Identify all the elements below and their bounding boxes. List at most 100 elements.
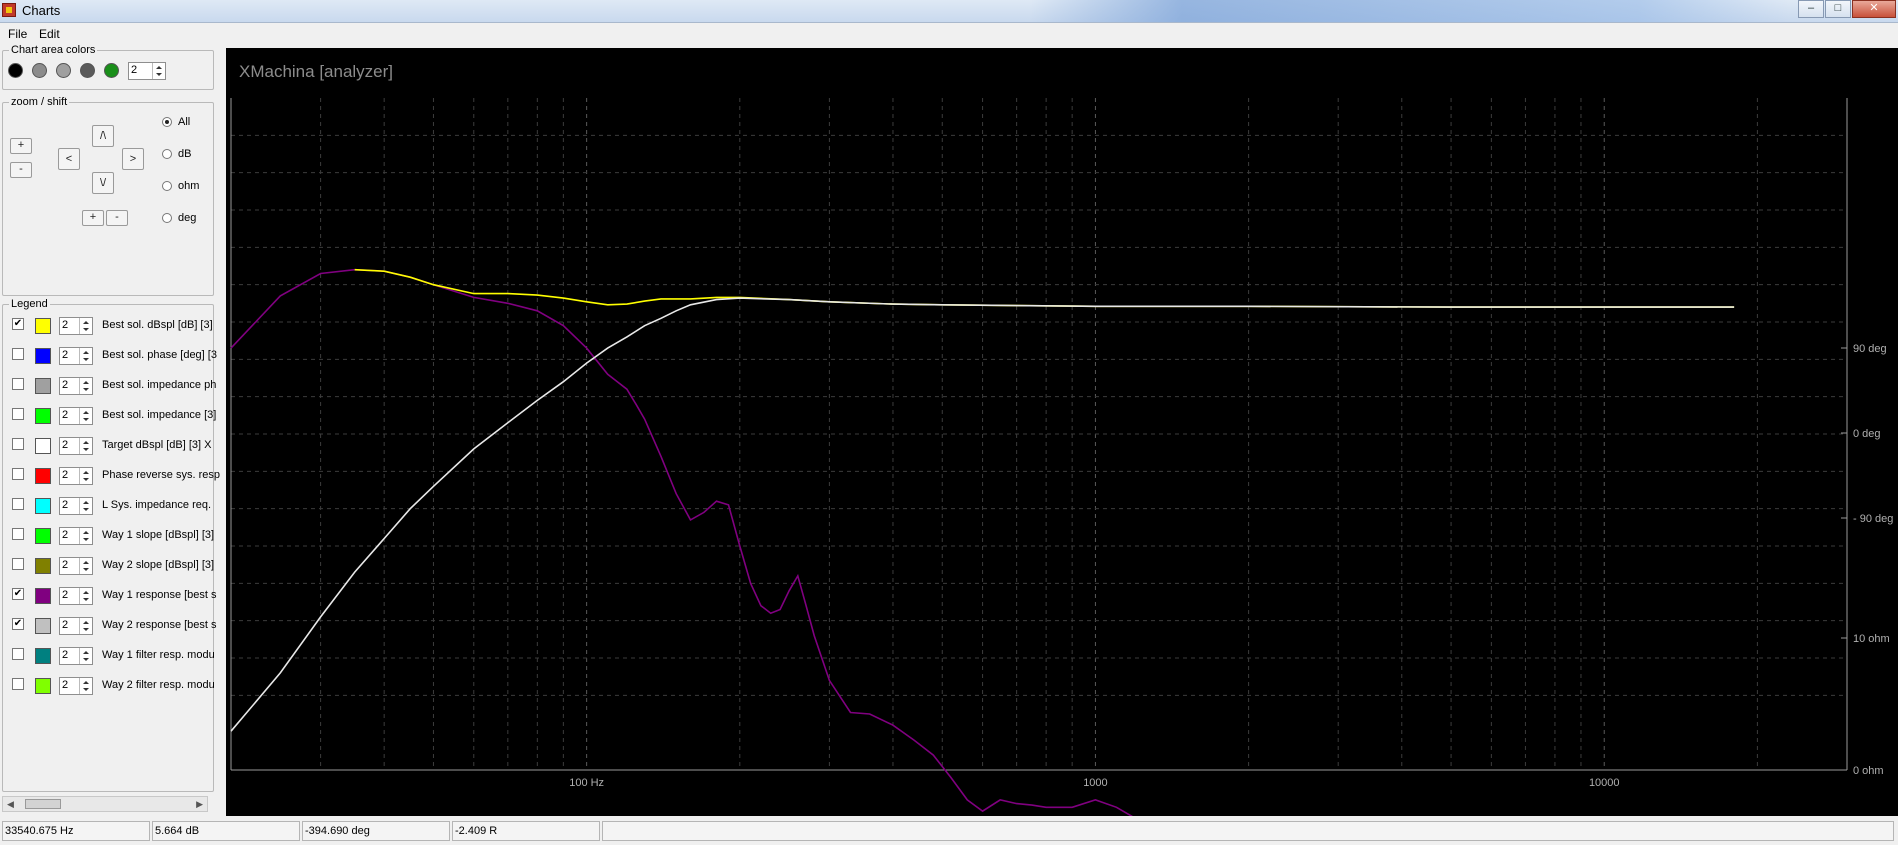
maximize-button[interactable]: □ — [1825, 0, 1851, 18]
chart-area[interactable]: 2025303540455055606570758085909515 dBspl… — [226, 48, 1898, 816]
legend-item-color-swatch[interactable] — [35, 408, 51, 424]
legend-item-checkbox[interactable] — [12, 378, 24, 390]
legend-item-checkbox[interactable] — [12, 648, 24, 660]
legend-item-checkbox[interactable] — [12, 438, 24, 450]
legend-item-best-sol-dbspl[interactable]: ✔ 2 Best sol. dBspl [dB] [3] — [10, 316, 216, 342]
spinner-arrows-icon[interactable] — [79, 678, 92, 694]
shift-right-button[interactable]: > — [122, 148, 144, 170]
shift-down-button[interactable]: \/ — [92, 172, 114, 194]
close-button[interactable]: ✕ — [1852, 0, 1896, 18]
scroll-thumb[interactable] — [25, 799, 61, 809]
legend-item-width-spinner[interactable]: 2 — [59, 587, 93, 605]
legend-item-color-swatch[interactable] — [35, 678, 51, 694]
legend-item-width-spinner[interactable]: 2 — [59, 647, 93, 665]
color-swatch-1[interactable] — [8, 63, 23, 78]
legend-item-color-swatch[interactable] — [35, 378, 51, 394]
spinner-arrows-icon[interactable] — [79, 378, 92, 394]
frequency-response-chart[interactable]: 2025303540455055606570758085909515 dBspl… — [226, 48, 1898, 816]
legend-item-color-swatch[interactable] — [35, 528, 51, 544]
legend-item-way2-slope[interactable]: 2 Way 2 slope [dBspl] [3] — [10, 556, 216, 582]
legend-item-width-spinner[interactable]: 2 — [59, 347, 93, 365]
legend-item-width-spinner[interactable]: 2 — [59, 557, 93, 575]
spinner-arrows-icon[interactable] — [79, 408, 92, 424]
legend-item-width-value: 2 — [62, 319, 69, 331]
minimize-button[interactable]: – — [1798, 0, 1824, 18]
right-axis-label: - 90 deg — [1853, 513, 1893, 525]
legend-item-checkbox[interactable] — [12, 498, 24, 510]
small-plus-button[interactable]: + — [82, 210, 104, 226]
legend-item-best-sol-phase[interactable]: 2 Best sol. phase [deg] [3 — [10, 346, 217, 372]
spinner-arrows-icon[interactable] — [79, 468, 92, 484]
x-tick-label: 10000 — [1589, 777, 1620, 789]
color-swatch-5[interactable] — [104, 63, 119, 78]
legend-item-checkbox[interactable] — [12, 528, 24, 540]
legend-item-checkbox[interactable] — [12, 348, 24, 360]
spinner-arrows-icon[interactable] — [79, 348, 92, 364]
legend-item-l-sys-impedance[interactable]: 2 L Sys. impedance req. — [10, 496, 216, 522]
menu-file[interactable]: File — [8, 27, 27, 41]
legend-item-way1-response[interactable]: ✔ 2 Way 1 response [best s — [10, 586, 217, 612]
spinner-arrows-icon[interactable] — [79, 438, 92, 454]
chart-color-spinner[interactable]: 2 — [128, 62, 166, 80]
legend-item-color-swatch[interactable] — [35, 498, 51, 514]
spinner-arrows-icon[interactable] — [79, 498, 92, 514]
legend-item-checkbox[interactable]: ✔ — [12, 618, 24, 630]
radio-all-indicator — [162, 117, 172, 127]
legend-item-color-swatch[interactable] — [35, 618, 51, 634]
legend-item-way2-filter[interactable]: 2 Way 2 filter resp. modu — [10, 676, 216, 702]
scroll-left-icon[interactable]: ◀ — [7, 799, 14, 810]
spinner-arrows-icon[interactable] — [152, 63, 165, 79]
legend-item-way1-filter[interactable]: 2 Way 1 filter resp. modu — [10, 646, 216, 672]
status-frequency: 33540.675 Hz — [2, 821, 150, 841]
spinner-arrows-icon[interactable] — [79, 528, 92, 544]
legend-item-checkbox[interactable] — [12, 408, 24, 420]
color-swatch-4[interactable] — [80, 63, 95, 78]
scroll-right-icon[interactable]: ▶ — [196, 799, 203, 810]
legend-item-width-spinner[interactable]: 2 — [59, 497, 93, 515]
color-swatch-3[interactable] — [56, 63, 71, 78]
legend-item-way2-response[interactable]: ✔ 2 Way 2 response [best s — [10, 616, 217, 642]
legend-item-phase-reverse-sys[interactable]: 2 Phase reverse sys. resp — [10, 466, 220, 492]
legend-item-color-swatch[interactable] — [35, 348, 51, 364]
legend-horizontal-scrollbar[interactable]: ◀ ▶ — [2, 796, 208, 812]
legend-item-checkbox[interactable]: ✔ — [12, 318, 24, 330]
legend-item-color-swatch[interactable] — [35, 588, 51, 604]
spinner-arrows-icon[interactable] — [79, 318, 92, 334]
legend-item-width-spinner[interactable]: 2 — [59, 467, 93, 485]
legend-item-way1-slope[interactable]: 2 Way 1 slope [dBspl] [3] — [10, 526, 216, 552]
legend-item-width-spinner[interactable]: 2 — [59, 317, 93, 335]
spinner-arrows-icon[interactable] — [79, 588, 92, 604]
legend-item-checkbox[interactable] — [12, 558, 24, 570]
shift-up-button[interactable]: /\ — [92, 125, 114, 147]
legend-item-checkbox[interactable]: ✔ — [12, 588, 24, 600]
legend-item-color-swatch[interactable] — [35, 318, 51, 334]
legend-item-color-swatch[interactable] — [35, 558, 51, 574]
zoom-out-button[interactable]: - — [10, 162, 32, 178]
legend-item-width-spinner[interactable]: 2 — [59, 527, 93, 545]
radio-db-label: dB — [178, 148, 192, 160]
spinner-arrows-icon[interactable] — [79, 648, 92, 664]
legend-item-width-value: 2 — [62, 619, 69, 631]
legend-item-width-spinner[interactable]: 2 — [59, 617, 93, 635]
legend-item-checkbox[interactable] — [12, 468, 24, 480]
right-axis-label: 90 deg — [1853, 343, 1887, 355]
legend-item-color-swatch[interactable] — [35, 648, 51, 664]
legend-item-width-spinner[interactable]: 2 — [59, 437, 93, 455]
legend-item-width-spinner[interactable]: 2 — [59, 377, 93, 395]
zoom-in-button[interactable]: + — [10, 138, 32, 154]
shift-left-button[interactable]: < — [58, 148, 80, 170]
color-swatch-2[interactable] — [32, 63, 47, 78]
small-minus-button[interactable]: - — [106, 210, 128, 226]
legend-item-color-swatch[interactable] — [35, 468, 51, 484]
menu-edit[interactable]: Edit — [39, 27, 60, 41]
radio-deg-label: deg — [178, 212, 197, 224]
legend-item-target-dbspl[interactable]: 2 Target dBspl [dB] [3] X — [10, 436, 216, 462]
legend-item-width-spinner[interactable]: 2 — [59, 407, 93, 425]
legend-item-width-spinner[interactable]: 2 — [59, 677, 93, 695]
legend-item-best-sol-impedance[interactable]: 2 Best sol. impedance [3] — [10, 406, 216, 432]
legend-item-best-sol-impedance-phase[interactable]: 2 Best sol. impedance ph — [10, 376, 216, 402]
spinner-arrows-icon[interactable] — [79, 618, 92, 634]
legend-item-color-swatch[interactable] — [35, 438, 51, 454]
spinner-arrows-icon[interactable] — [79, 558, 92, 574]
legend-item-checkbox[interactable] — [12, 678, 24, 690]
